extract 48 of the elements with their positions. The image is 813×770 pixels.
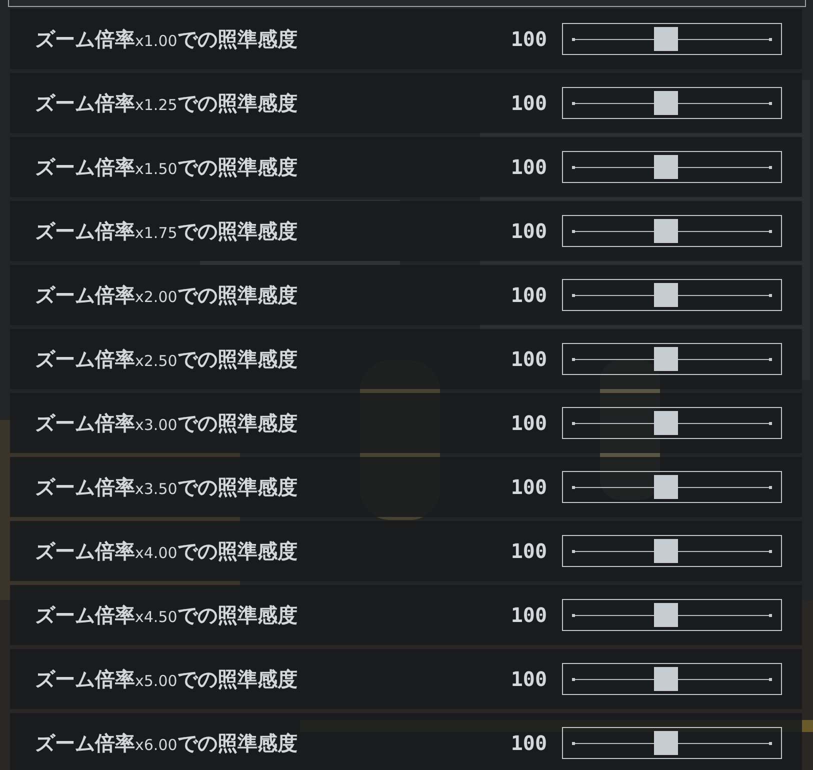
slider-thumb[interactable] <box>654 283 678 307</box>
setting-label: ズーム倍率x5.00での照準感度 <box>34 666 298 692</box>
setting-value: 100 <box>510 731 547 755</box>
setting-value: 100 <box>510 283 547 307</box>
sensitivity-slider[interactable] <box>562 87 782 119</box>
sensitivity-slider[interactable] <box>562 599 782 631</box>
setting-label: ズーム倍率x6.00での照準感度 <box>34 730 298 756</box>
sensitivity-slider[interactable] <box>562 215 782 247</box>
setting-value: 100 <box>510 27 547 51</box>
setting-value: 100 <box>510 411 547 435</box>
setting-label: ズーム倍率x1.75での照準感度 <box>34 218 298 244</box>
setting-value: 100 <box>510 475 547 499</box>
setting-value: 100 <box>510 667 547 691</box>
slider-thumb[interactable] <box>654 731 678 755</box>
slider-thumb[interactable] <box>654 27 678 51</box>
sensitivity-slider[interactable] <box>562 663 782 695</box>
sensitivity-slider[interactable] <box>562 343 782 375</box>
sensitivity-slider[interactable] <box>562 23 782 55</box>
sensitivity-slider[interactable] <box>562 471 782 503</box>
setting-value: 100 <box>510 219 547 243</box>
setting-label: ズーム倍率x3.00での照準感度 <box>34 410 298 436</box>
setting-label: ズーム倍率x1.25での照準感度 <box>34 90 298 116</box>
setting-label: ズーム倍率x4.50での照準感度 <box>34 602 298 628</box>
slider-thumb[interactable] <box>654 91 678 115</box>
slider-thumb[interactable] <box>654 539 678 563</box>
sensitivity-slider[interactable] <box>562 279 782 311</box>
setting-value: 100 <box>510 155 547 179</box>
setting-label: ズーム倍率x3.50での照準感度 <box>34 474 298 500</box>
setting-label: ズーム倍率x1.00での照準感度 <box>34 26 298 52</box>
sensitivity-slider[interactable] <box>562 727 782 759</box>
slider-thumb[interactable] <box>654 347 678 371</box>
slider-thumb[interactable] <box>654 475 678 499</box>
slider-thumb[interactable] <box>654 667 678 691</box>
sensitivity-slider[interactable] <box>562 407 782 439</box>
sensitivity-slider[interactable] <box>562 151 782 183</box>
setting-value: 100 <box>510 91 547 115</box>
setting-label: ズーム倍率x2.50での照準感度 <box>34 346 298 372</box>
slider-thumb[interactable] <box>654 603 678 627</box>
setting-label: ズーム倍率x1.50での照準感度 <box>34 154 298 180</box>
sensitivity-slider[interactable] <box>562 535 782 567</box>
setting-value: 100 <box>510 603 547 627</box>
slider-thumb[interactable] <box>654 219 678 243</box>
setting-label: ズーム倍率x4.00での照準感度 <box>34 538 298 564</box>
setting-value: 100 <box>510 539 547 563</box>
setting-label: ズーム倍率x2.00での照準感度 <box>34 282 298 308</box>
slider-thumb[interactable] <box>654 411 678 435</box>
slider-thumb[interactable] <box>654 155 678 179</box>
setting-value: 100 <box>510 347 547 371</box>
